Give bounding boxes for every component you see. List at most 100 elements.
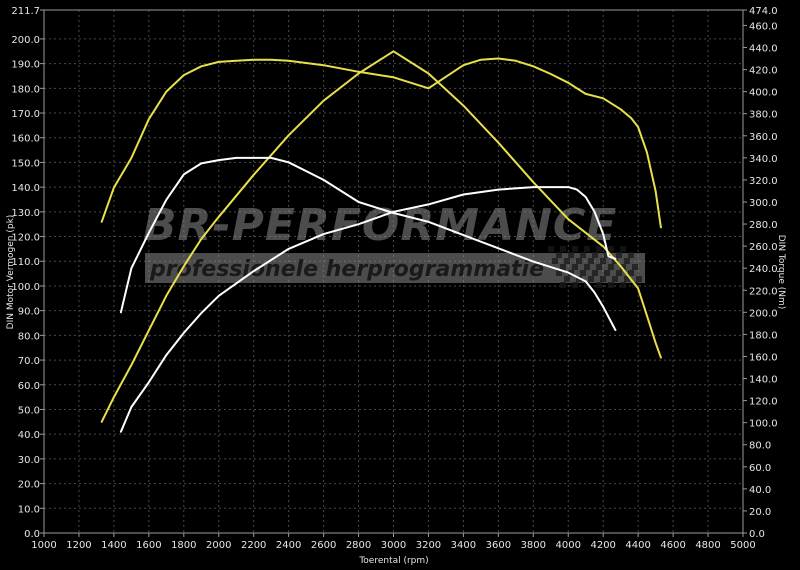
flag-cell: [608, 246, 614, 252]
flag-cell: [580, 270, 586, 276]
y2-tick-label: 80.0: [749, 441, 771, 452]
flag-cell: [592, 270, 598, 276]
flag-cell: [620, 246, 626, 252]
y2-tick-label: 60.0: [749, 463, 771, 474]
y2-tick-label: 200.0: [749, 308, 778, 319]
x-tick-label: 4600: [660, 540, 685, 551]
flag-cell: [584, 246, 590, 252]
y-tick-label: 50.0: [18, 405, 40, 416]
flag-cell: [616, 270, 622, 276]
y2-tick-label: 260.0: [749, 242, 778, 253]
flag-cell: [560, 282, 566, 288]
flag-cell: [564, 276, 570, 282]
y-tick-label: 170.0: [11, 109, 40, 120]
y2-tick-label: 140.0: [749, 375, 778, 386]
flag-cell: [612, 276, 618, 282]
y2-tick-label: 120.0: [749, 397, 778, 408]
flag-cell: [628, 252, 634, 258]
x-tick-label: 3200: [416, 540, 441, 551]
flag-cell: [624, 258, 630, 264]
x-tick-label: 5000: [730, 540, 755, 551]
y-tick-label: 0.0: [24, 529, 40, 540]
flag-cell: [552, 258, 558, 264]
flag-cell: [596, 264, 602, 270]
y2-tick-label: 180.0: [749, 330, 778, 341]
y-tick-label: 70.0: [18, 356, 40, 367]
y-tick-label: 180.0: [11, 84, 40, 95]
chart-background: [0, 0, 800, 570]
flag-cell: [592, 252, 598, 258]
flag-cell: [572, 246, 578, 252]
y2-tick-label: 220.0: [749, 286, 778, 297]
y2-tick-label: 440.0: [749, 44, 778, 55]
x-tick-label: 3800: [521, 540, 546, 551]
x-tick-label: 4400: [625, 540, 650, 551]
y-tick-label: 80.0: [18, 331, 40, 342]
flag-cell: [620, 282, 626, 288]
x-tick-label: 2000: [206, 540, 231, 551]
left-y-axis-title: DIN Motor Vermogen (pk): [6, 215, 16, 330]
y-tick-label: 150.0: [11, 158, 40, 169]
y2-tick-label: 20.0: [749, 507, 771, 518]
flag-cell: [596, 282, 602, 288]
x-axis-title: Toerental (rpm): [358, 556, 428, 566]
y-tick-label: 211.7: [11, 6, 40, 17]
flag-cell: [588, 258, 594, 264]
dyno-chart: BR-PERFORMANCE professionele herprogramm…: [0, 0, 800, 570]
x-tick-label: 4800: [695, 540, 720, 551]
flag-cell: [604, 270, 610, 276]
watermark-main-text: BR-PERFORMANCE: [143, 200, 617, 251]
flag-cell: [600, 276, 606, 282]
flag-cell: [556, 252, 562, 258]
flag-cell: [600, 258, 606, 264]
y-tick-label: 200.0: [11, 35, 40, 46]
x-tick-label: 4000: [556, 540, 581, 551]
x-tick-label: 4200: [590, 540, 615, 551]
flag-cell: [560, 264, 566, 270]
x-tick-label: 3400: [451, 540, 476, 551]
flag-cell: [608, 282, 614, 288]
y-tick-label: 190.0: [11, 60, 40, 71]
x-tick-label: 2600: [311, 540, 336, 551]
y-tick-label: 90.0: [18, 307, 40, 318]
y2-tick-label: 100.0: [749, 419, 778, 430]
flag-cell: [588, 276, 594, 282]
y2-tick-label: 380.0: [749, 110, 778, 121]
y2-tick-label: 474.0: [749, 6, 778, 17]
x-tick-label: 1200: [66, 540, 91, 551]
x-tick-label: 3000: [381, 540, 406, 551]
flag-cell: [560, 246, 566, 252]
x-tick-label: 2400: [276, 540, 301, 551]
flag-cell: [608, 264, 614, 270]
flag-cell: [596, 246, 602, 252]
y-tick-label: 140.0: [11, 183, 40, 194]
y2-tick-label: 460.0: [749, 21, 778, 32]
y-tick-label: 30.0: [18, 455, 40, 466]
y2-tick-label: 340.0: [749, 154, 778, 165]
y2-tick-label: 160.0: [749, 352, 778, 363]
flag-cell: [580, 252, 586, 258]
x-tick-label: 2800: [346, 540, 371, 551]
y2-tick-label: 240.0: [749, 264, 778, 275]
y2-tick-label: 420.0: [749, 66, 778, 77]
x-tick-label: 1400: [101, 540, 126, 551]
x-tick-label: 1600: [136, 540, 161, 551]
y2-tick-label: 40.0: [749, 485, 771, 496]
flag-cell: [636, 276, 642, 282]
flag-cell: [576, 258, 582, 264]
flag-cell: [568, 252, 574, 258]
y-tick-label: 40.0: [18, 430, 40, 441]
y-tick-label: 60.0: [18, 381, 40, 392]
flag-cell: [548, 246, 554, 252]
flag-cell: [616, 252, 622, 258]
x-tick-label: 3600: [486, 540, 511, 551]
flag-cell: [584, 264, 590, 270]
y2-tick-label: 320.0: [749, 176, 778, 187]
y2-tick-label: 400.0: [749, 88, 778, 99]
x-tick-label: 2200: [241, 540, 266, 551]
y-tick-label: 160.0: [11, 134, 40, 145]
y-tick-label: 10.0: [18, 504, 40, 515]
right-y-axis-title: DIN Torque (Nm): [776, 235, 786, 310]
y2-tick-label: 280.0: [749, 220, 778, 231]
flag-cell: [632, 264, 638, 270]
